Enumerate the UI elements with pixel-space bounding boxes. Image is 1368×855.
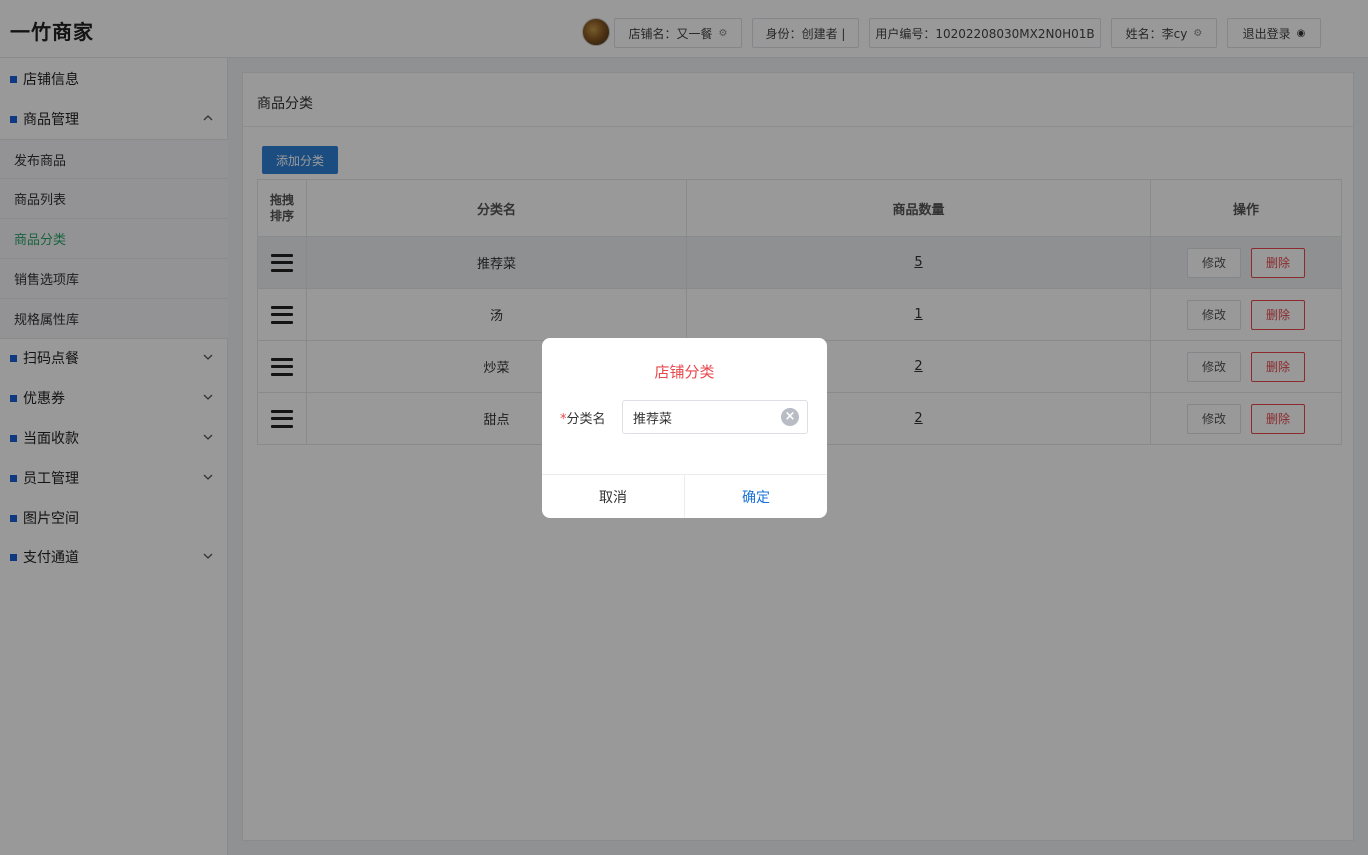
- category-dialog: 店铺分类 *分类名 × 取消 确定: [542, 338, 827, 518]
- confirm-button[interactable]: 确定: [685, 475, 827, 518]
- cancel-button[interactable]: 取消: [542, 475, 685, 518]
- field-label-text: 分类名: [566, 412, 606, 427]
- category-name-label: *分类名: [560, 408, 606, 427]
- clear-icon[interactable]: ×: [781, 408, 799, 426]
- dialog-title: 店铺分类: [654, 363, 715, 381]
- dialog-footer: 取消 确定: [542, 474, 827, 518]
